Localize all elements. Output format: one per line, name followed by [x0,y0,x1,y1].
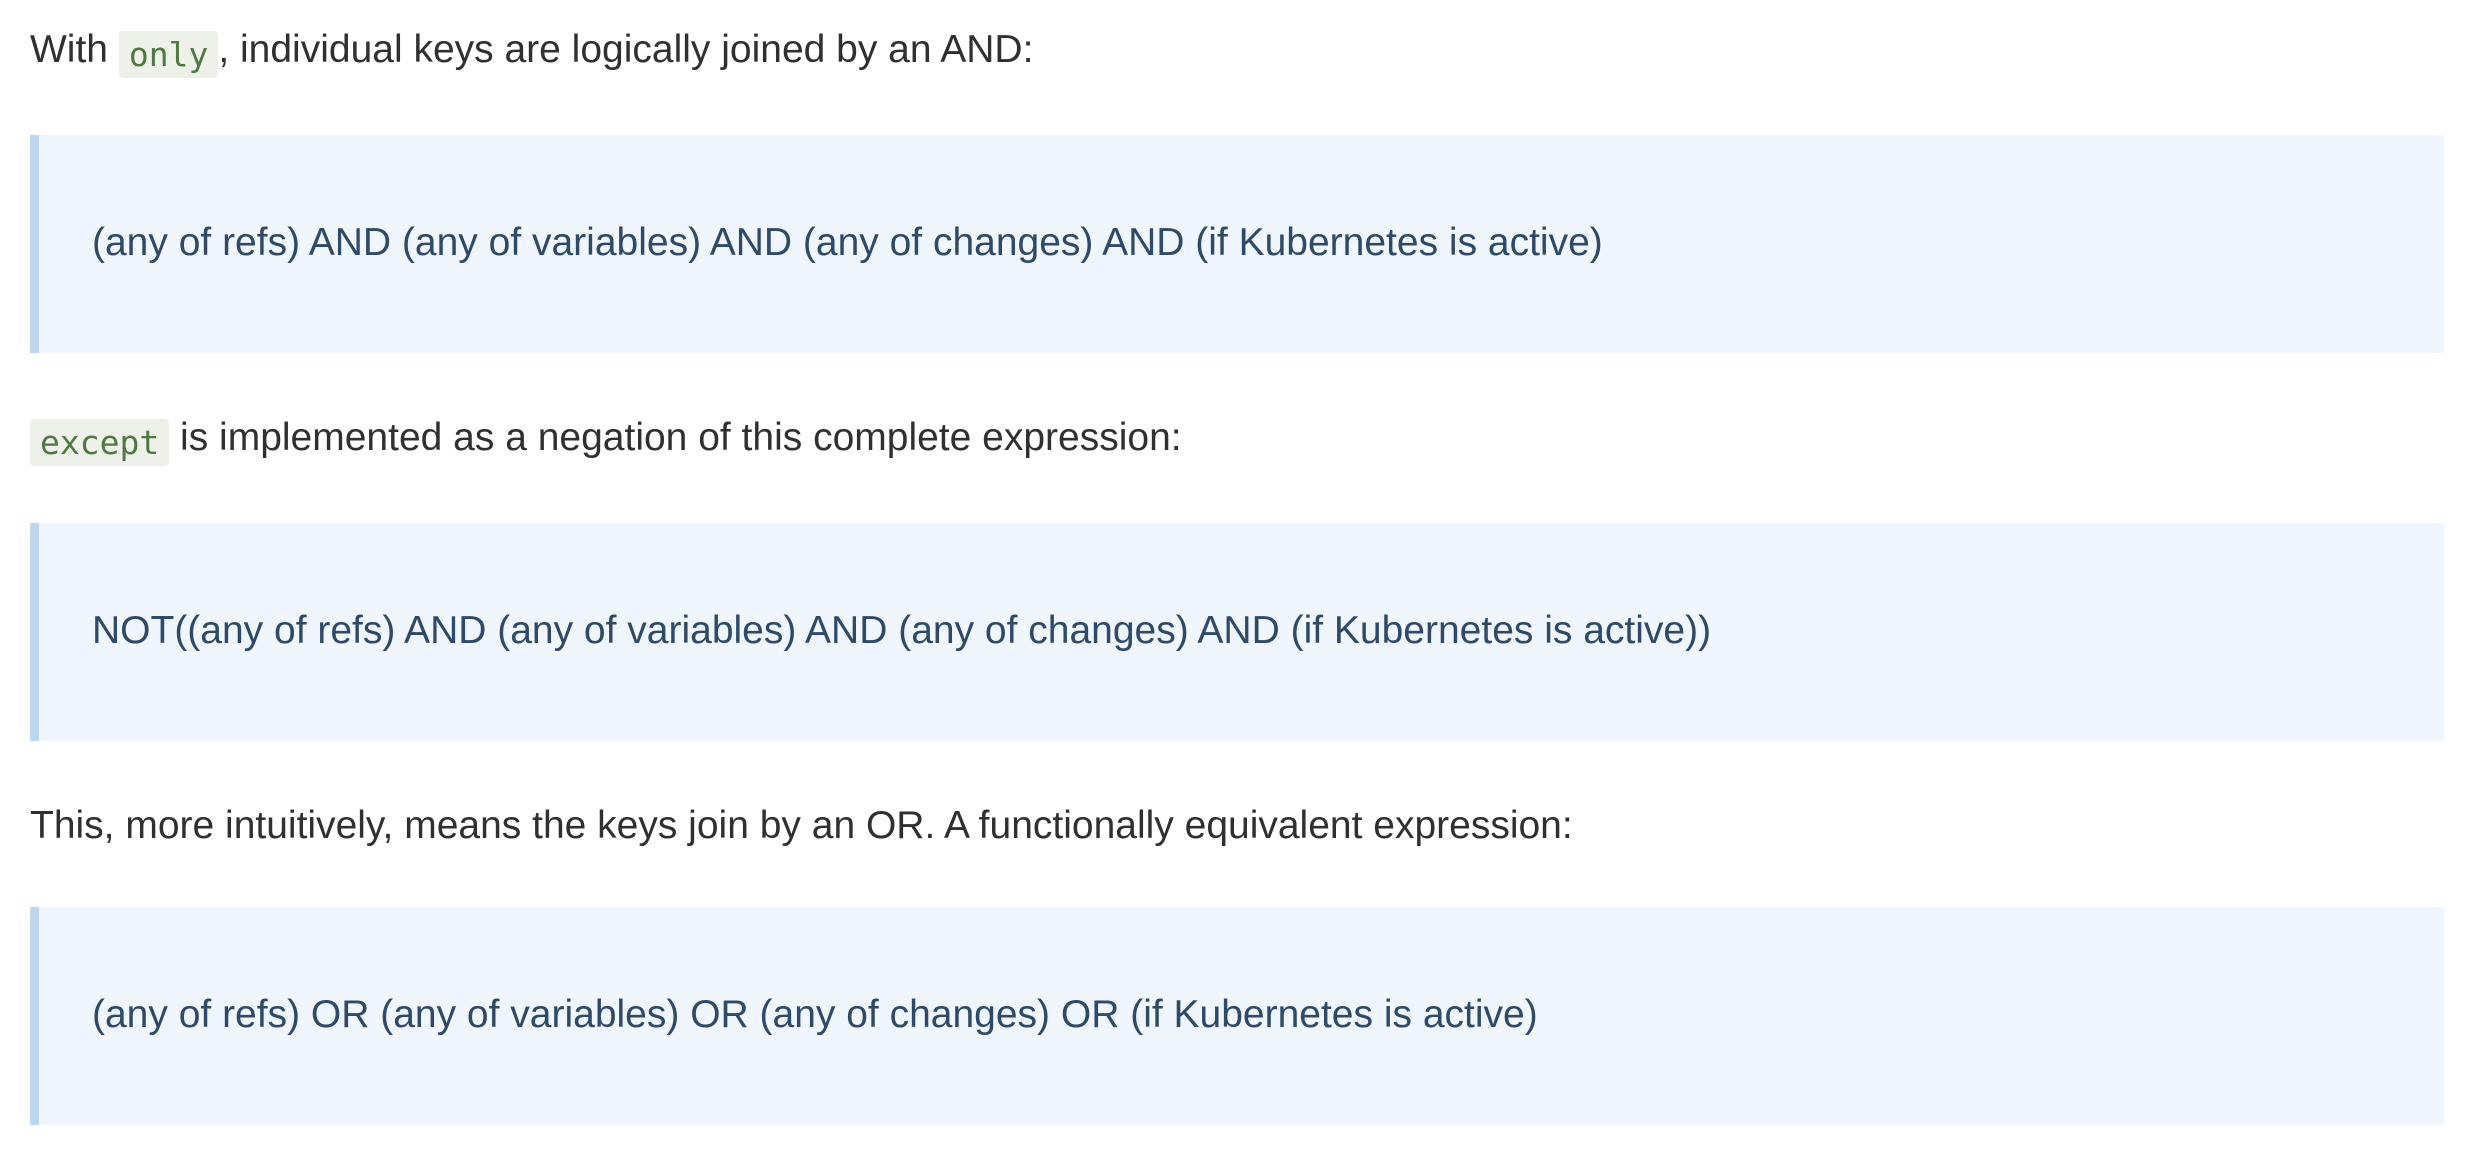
paragraph-only-text-before: With [30,28,119,71]
paragraph-only: With only, individual keys are logically… [30,24,1034,78]
paragraph-or: This, more intuitively, means the keys j… [30,800,1573,852]
blockquote-and-expression: (any of refs) AND (any of variables) AND… [30,135,2444,353]
inline-code-only: only [118,31,219,78]
paragraph-or-text: This, more intuitively, means the keys j… [30,804,1573,847]
not-expression-text: NOT((any of refs) AND (any of variables)… [92,609,1712,652]
paragraph-except: except is implemented as a negation of t… [30,412,1182,466]
inline-code-except: except [30,419,170,466]
blockquote-or-expression: (any of refs) OR (any of variables) OR (… [30,907,2444,1125]
or-expression-text: (any of refs) OR (any of variables) OR (… [92,993,1538,1036]
and-expression-text: (any of refs) AND (any of variables) AND… [92,221,1603,264]
paragraph-except-text: is implemented as a negation of this com… [169,416,1182,459]
paragraph-only-text-after: , individual keys are logically joined b… [218,28,1034,71]
blockquote-not-expression: NOT((any of refs) AND (any of variables)… [30,523,2444,741]
